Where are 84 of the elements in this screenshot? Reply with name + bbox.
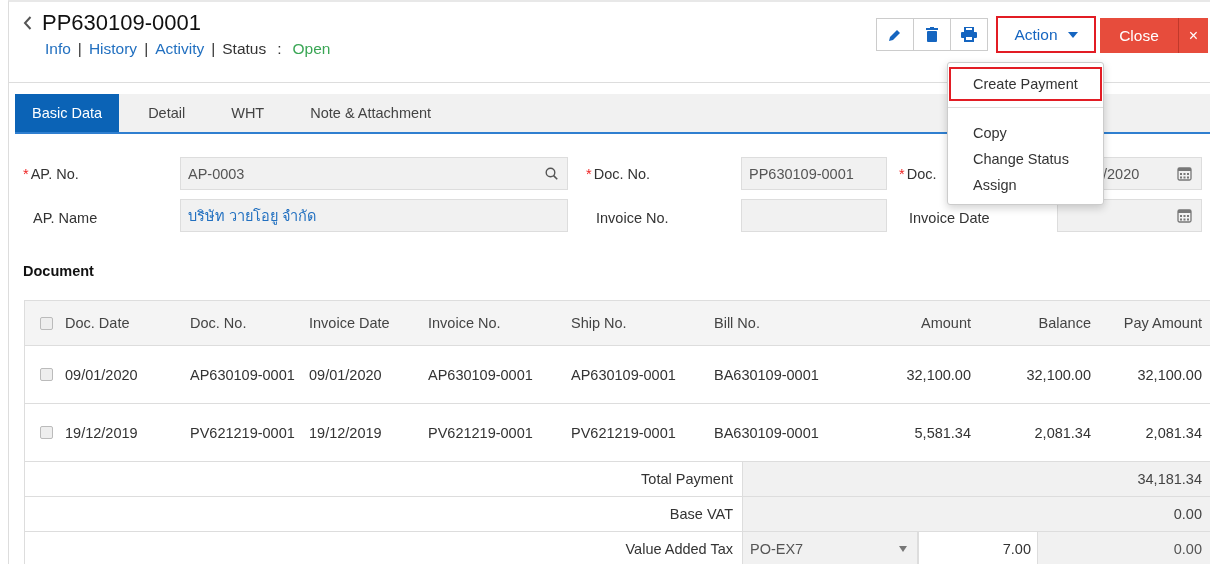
column-header: Pay Amount	[1122, 315, 1203, 331]
printer-icon	[961, 27, 977, 42]
summary-value: 0.00	[1038, 532, 1210, 564]
field-label: Doc.	[906, 165, 937, 182]
back-icon[interactable]	[23, 16, 32, 30]
tax-rate-field[interactable]: 7.00	[918, 532, 1038, 564]
column-header: Ship No.	[571, 315, 628, 331]
column-header: Invoice Date	[309, 315, 391, 331]
trash-icon	[926, 27, 938, 42]
table-cell-text: 19/12/2019	[65, 424, 139, 441]
header-link[interactable]: Info	[45, 40, 71, 58]
print-button[interactable]	[950, 18, 988, 51]
checkbox[interactable]	[40, 426, 53, 439]
tab[interactable]: Note & Attachment	[293, 94, 449, 132]
field-label: AP. Name	[33, 209, 98, 226]
required-mark: *	[586, 165, 592, 182]
tab[interactable]: WHT	[214, 94, 282, 132]
column-header: Bill No.	[714, 315, 761, 331]
header-link[interactable]: Activity	[155, 40, 205, 58]
summary-label: Value Added Tax	[625, 541, 733, 557]
summary-label: Total Payment	[641, 471, 733, 487]
table-cell-text: BA630109-0001	[714, 366, 820, 383]
caret-icon	[1067, 31, 1078, 38]
edit-button[interactable]	[876, 18, 914, 51]
table-cell-text: AP630109-0001	[428, 366, 534, 383]
table-cell-text: 2,081.34	[1033, 424, 1092, 441]
pencil-icon	[888, 27, 902, 42]
table-cell-text: AP630109-0001	[190, 366, 296, 383]
calendar-icon[interactable]	[1177, 166, 1192, 181]
table-cell-text: 2,081.34	[1144, 424, 1203, 441]
checkbox[interactable]	[40, 316, 53, 330]
column-header: Balance	[1037, 315, 1092, 331]
header-link[interactable]: History	[88, 40, 138, 58]
link-separator: |	[211, 40, 216, 58]
summary-value: 34,181.34	[742, 462, 1210, 496]
field-label: AP. No.	[30, 165, 79, 182]
table-cell-text: AP630109-0001	[571, 366, 677, 383]
status-label: Status	[222, 40, 267, 58]
column-header: Amount	[920, 315, 972, 331]
close-button[interactable]: Close	[1100, 18, 1178, 53]
table-cell-text: BA630109-0001	[714, 424, 820, 441]
summary-label: Base VAT	[669, 506, 733, 522]
action-button[interactable]: Action	[996, 16, 1096, 53]
table-cell-text: 19/12/2019	[309, 424, 383, 441]
date-field[interactable]	[1057, 199, 1202, 232]
dropdown-arrow-icon	[899, 546, 907, 552]
summary-value: 0.00	[742, 497, 1210, 531]
table-cell-text: 09/01/2020	[309, 366, 383, 383]
search-field[interactable]: AP-0003	[180, 157, 568, 190]
table-cell-text: PV621219-0001	[428, 424, 534, 441]
document-title: PP630109-0001	[42, 10, 202, 36]
table-cell-text: 32,100.00	[905, 366, 972, 383]
table-cell-text: 32,100.00	[1136, 366, 1203, 383]
calendar-icon[interactable]	[1177, 208, 1192, 223]
column-header: Invoice No.	[428, 315, 502, 331]
menu-item[interactable]: Copy	[949, 120, 1102, 146]
input-field[interactable]: PP630109-0001	[741, 157, 887, 190]
column-header: Doc. Date	[65, 315, 131, 331]
table-cell-text: 09/01/2020	[65, 366, 139, 383]
table-cell-text: 32,100.00	[1025, 366, 1092, 383]
required-mark: *	[899, 165, 905, 182]
section-heading: Document	[22, 262, 95, 281]
tab[interactable]: Basic Data	[15, 94, 120, 132]
input-field[interactable]: บริษัท วายโอยู จำกัด	[180, 199, 568, 232]
column-header: Doc. No.	[190, 315, 248, 331]
link-separator: |	[144, 40, 149, 58]
field-label: Invoice No.	[596, 209, 669, 226]
tab[interactable]: Detail	[131, 94, 203, 132]
status-value: Open	[292, 40, 331, 58]
required-mark: *	[23, 165, 29, 182]
field-label: Invoice Date	[909, 209, 990, 226]
status-separator: :	[277, 40, 282, 58]
tax-code-select[interactable]: PO-EX7	[743, 532, 918, 564]
table-cell-text: PV621219-0001	[571, 424, 677, 441]
search-icon[interactable]	[545, 167, 558, 180]
checkbox[interactable]	[40, 368, 53, 381]
table-cell-text: 5,581.34	[913, 424, 972, 441]
delete-button[interactable]	[913, 18, 951, 51]
input-field[interactable]	[741, 199, 887, 232]
link-separator: |	[77, 40, 82, 58]
close-x-button[interactable]: ×	[1178, 18, 1208, 53]
menu-item[interactable]: Create Payment	[949, 67, 1102, 101]
table-cell-text: PV621219-0001	[190, 424, 296, 441]
field-label: Doc. No.	[593, 165, 651, 182]
